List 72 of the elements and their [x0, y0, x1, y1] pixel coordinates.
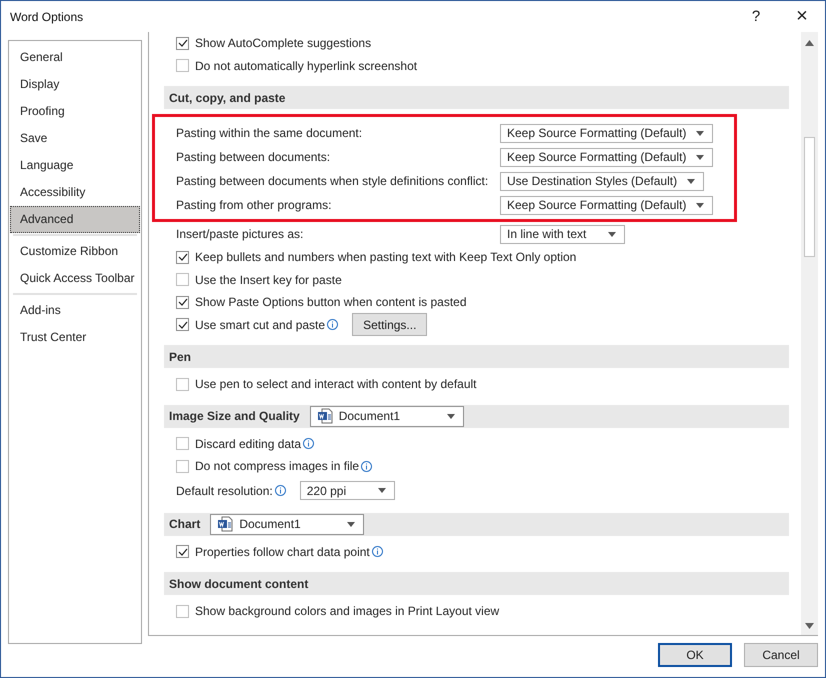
document-icon	[316, 408, 333, 424]
sidebar-item[interactable]: Display	[10, 71, 140, 98]
dropdown[interactable]: Use Destination Styles (Default)	[500, 172, 704, 190]
checkbox[interactable]	[176, 545, 189, 558]
checkbox-label: Properties follow chart data point	[195, 544, 370, 559]
scroll-up-icon[interactable]	[805, 40, 814, 46]
scroll-thumb[interactable]	[804, 137, 815, 257]
checkbox-label: Do not compress images in file	[195, 459, 360, 474]
checkbox-label: Use the Insert key for paste	[195, 272, 342, 287]
checkbox-label: Discard editing data	[195, 436, 302, 451]
checkbox-label: Keep bullets and numbers when pasting text with Keep Text Only option	[195, 250, 576, 264]
scroll-down-icon[interactable]	[805, 623, 814, 629]
section-title: Cut, copy, and paste	[169, 90, 286, 104]
resolution-dropdown[interactable]: 220 ppi	[300, 481, 395, 500]
checkbox[interactable]	[176, 59, 189, 72]
checkbox[interactable]	[176, 296, 189, 309]
ok-button[interactable]: OK	[658, 643, 732, 667]
checkbox[interactable]	[176, 318, 189, 332]
caret-icon	[687, 178, 696, 184]
section-title: Image Size and Quality	[169, 409, 300, 423]
caret-icon	[696, 154, 704, 160]
settings-button[interactable]: Settings...	[352, 313, 428, 336]
window-title: Word Options	[10, 10, 84, 24]
scrollbar[interactable]	[801, 32, 818, 635]
checkbox-label: Use smart cut and paste	[195, 318, 326, 332]
field-label: Pasting within the same document:	[176, 126, 364, 140]
sidebar-item[interactable]: Customize Ribbon	[10, 238, 140, 265]
document-icon	[217, 516, 234, 532]
sidebar-item[interactable]: Quick Access Toolbar	[10, 265, 140, 292]
caret-icon	[696, 130, 704, 136]
document-dropdown[interactable]: Document1	[310, 406, 464, 426]
sidebar-item[interactable]: General	[10, 44, 140, 71]
caret-icon	[696, 202, 704, 208]
field-label: Default resolution:	[176, 484, 273, 498]
checkbox[interactable]	[176, 250, 189, 264]
dropdown[interactable]: Keep Source Formatting (Default)	[500, 124, 714, 142]
dropdown[interactable]: Keep Source Formatting (Default)	[500, 196, 714, 214]
checkbox[interactable]	[176, 437, 189, 450]
sidebar-item[interactable]: Add-ins	[10, 297, 140, 324]
field-label: Pasting between documents when style definitions conflict:	[176, 174, 490, 188]
section-title: Pen	[169, 350, 192, 364]
checkbox[interactable]	[176, 378, 189, 391]
section-title: Chart	[169, 517, 200, 531]
sidebar-item[interactable]: Trust Center	[10, 324, 140, 351]
checkbox-label: Show Paste Options button when content is pasted	[195, 295, 467, 310]
sidebar-item[interactable]: Language	[10, 152, 140, 179]
checkbox-label: Use pen to select and interact with content by default	[195, 377, 477, 392]
field-label: Pasting from other programs:	[176, 198, 332, 212]
close-button[interactable]: ×	[779, 1, 825, 32]
help-button[interactable]: ?	[733, 1, 779, 32]
caret-icon	[446, 414, 455, 418]
checkbox[interactable]	[176, 273, 189, 286]
checkbox-label: Show AutoComplete suggestions	[195, 36, 372, 50]
sidebar-item[interactable]: Advanced	[10, 206, 140, 233]
caret-icon	[378, 488, 386, 493]
field-label: Insert/paste pictures as:	[176, 227, 304, 241]
sidebar-item[interactable]: Proofing	[10, 98, 140, 125]
field-label: Pasting between documents:	[176, 150, 332, 164]
caret-icon	[347, 522, 356, 526]
document-dropdown[interactable]: Document1	[210, 514, 364, 534]
checkbox-label: Do not automatically hyperlink screenshot	[195, 58, 418, 73]
checkbox[interactable]	[176, 460, 189, 473]
sidebar-item[interactable]: Accessibility	[10, 179, 140, 206]
section-title: Show document content	[169, 576, 308, 590]
caret-icon	[608, 232, 616, 236]
cancel-button[interactable]: Cancel	[744, 643, 818, 667]
checkbox-label: Show background colors and images in Print Layout view	[195, 604, 500, 618]
checkbox[interactable]	[176, 36, 189, 50]
sidebar-item[interactable]: Save	[10, 125, 140, 152]
checkbox[interactable]	[176, 604, 189, 618]
dropdown[interactable]: In line with text	[500, 224, 626, 244]
dropdown[interactable]: Keep Source Formatting (Default)	[500, 148, 714, 166]
